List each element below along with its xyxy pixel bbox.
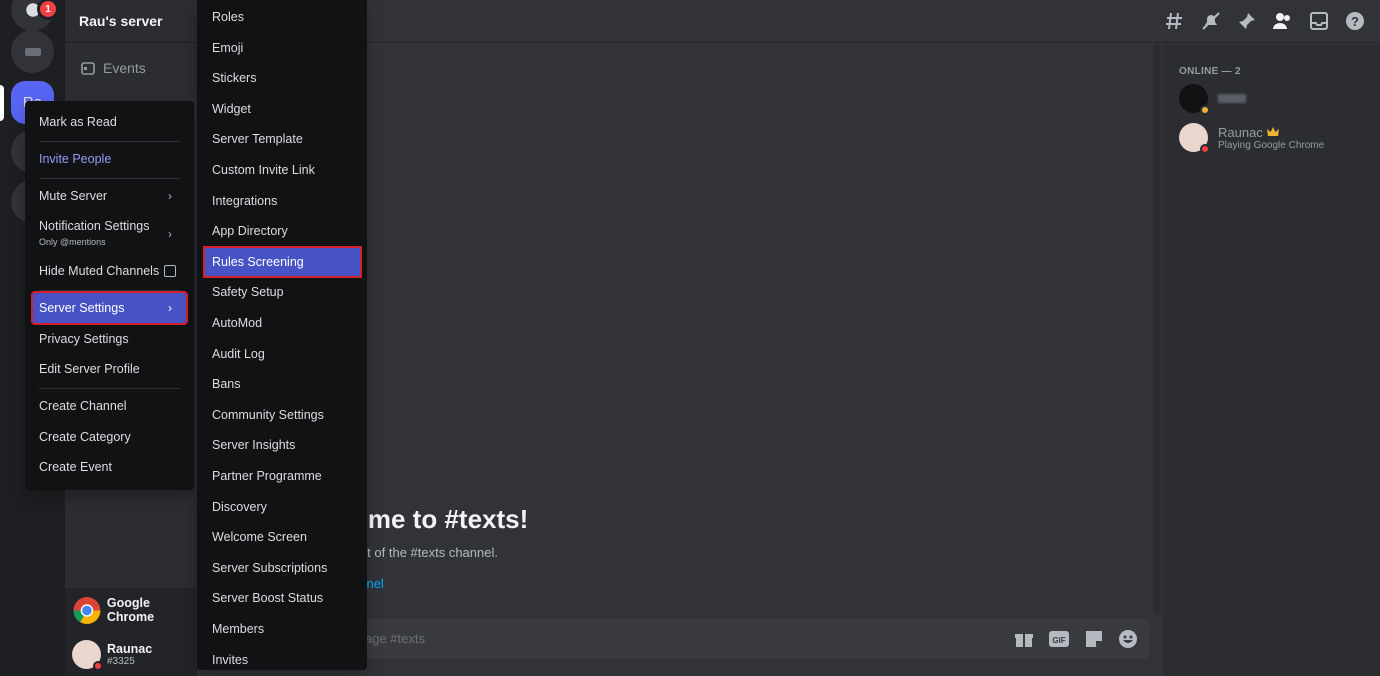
idle-status-icon <box>1200 105 1210 115</box>
events-label: Events <box>103 60 146 76</box>
online-header: ONLINE — 2 <box>1179 66 1241 77</box>
separator <box>39 178 180 179</box>
mute-notifications-icon[interactable] <box>1201 11 1221 31</box>
crown-icon <box>1266 127 1279 136</box>
svg-text:GIF: GIF <box>1052 636 1065 645</box>
member-item[interactable]: Raunac Playing Google Chrome <box>1179 123 1325 154</box>
user-panel[interactable]: Raunac #3325 <box>65 632 197 676</box>
sticker-icon[interactable] <box>1084 629 1104 649</box>
server-icon-1[interactable] <box>11 30 54 73</box>
invite-people-item[interactable]: Invite People <box>33 144 186 174</box>
submenu-item-bans[interactable]: Bans <box>205 370 360 398</box>
chrome-icon <box>73 596 101 624</box>
user-name: Raunac <box>107 641 153 656</box>
submenu-item-invites[interactable]: Invites <box>205 646 360 674</box>
help-icon[interactable]: ? <box>1345 11 1365 31</box>
mute-server-label: Mute Server <box>39 189 108 203</box>
separator <box>39 290 180 291</box>
mark-as-read-item[interactable]: Mark as Read <box>33 107 186 137</box>
dnd-status-icon <box>1200 144 1210 154</box>
member-name: Raunac <box>1218 124 1263 140</box>
avatar[interactable] <box>72 639 103 671</box>
notification-settings-label: Notification Settings <box>39 219 150 233</box>
server-settings-submenu: Roles Emoji Stickers Widget Server Template C… <box>197 0 367 670</box>
events-item[interactable]: Events <box>73 54 146 82</box>
active-server-indicator <box>0 85 4 121</box>
chat-scrollbar[interactable] <box>1153 44 1161 614</box>
submenu-item-widget[interactable]: Widget <box>205 95 360 123</box>
chevron-right-icon: › <box>168 227 172 241</box>
welcome-title: ome to #texts! <box>352 504 529 534</box>
create-category-item[interactable]: Create Category <box>33 422 186 452</box>
server-context-menu: Mark as Read Invite People Mute Server ›… <box>25 101 194 490</box>
submenu-item-members[interactable]: Members <box>205 615 360 643</box>
notification-badge: 1 <box>37 0 59 20</box>
submenu-item-community-settings[interactable]: Community Settings <box>205 401 360 429</box>
gift-icon[interactable] <box>1014 629 1034 649</box>
svg-text:?: ? <box>1351 14 1359 29</box>
hide-muted-label: Hide Muted Channels <box>39 264 160 278</box>
calendar-icon <box>81 62 95 75</box>
server-settings-label: Server Settings <box>39 301 125 315</box>
activity-panel: Google Chrome <box>65 588 197 632</box>
submenu-item-server-subscriptions[interactable]: Server Subscriptions <box>205 554 360 582</box>
submenu-item-automod[interactable]: AutoMod <box>205 309 360 337</box>
submenu-item-rules-screening[interactable]: Rules Screening <box>203 245 362 278</box>
mute-server-item[interactable]: Mute Server › <box>33 181 186 211</box>
submenu-item-server-insights[interactable]: Server Insights <box>205 431 360 459</box>
member-list: ONLINE — 2 Raunac Playing Google Chrome <box>1163 44 1380 676</box>
submenu-item-safety-setup[interactable]: Safety Setup <box>205 278 360 306</box>
message-input[interactable]: ssage #texts GIF <box>330 619 1150 659</box>
checkbox-icon[interactable] <box>164 265 176 277</box>
hide-muted-channels-item[interactable]: Hide Muted Channels <box>33 256 186 286</box>
submenu-item-server-template[interactable]: Server Template <box>205 125 360 153</box>
submenu-item-stickers[interactable]: Stickers <box>205 64 360 92</box>
chevron-right-icon: › <box>168 301 172 315</box>
server-settings-item[interactable]: Server Settings › <box>31 291 188 325</box>
avatar <box>1179 123 1210 154</box>
gif-icon[interactable]: GIF <box>1048 629 1070 649</box>
notification-settings-item[interactable]: Notification Settings Only @mentions › <box>33 215 186 253</box>
submenu-item-partner-programme[interactable]: Partner Programme <box>205 462 360 490</box>
submenu-item-integrations[interactable]: Integrations <box>205 187 360 215</box>
welcome-subtitle: tart of the #texts channel. <box>352 545 498 560</box>
top-bar: ? <box>197 0 1380 43</box>
submenu-item-discovery[interactable]: Discovery <box>205 493 360 521</box>
submenu-item-server-boost-status[interactable]: Server Boost Status <box>205 584 360 612</box>
user-tag: #3325 <box>107 655 135 667</box>
member-list-icon[interactable] <box>1272 11 1292 31</box>
threads-icon[interactable] <box>1165 11 1185 31</box>
separator <box>39 388 180 389</box>
emoji-icon[interactable] <box>1118 629 1138 649</box>
submenu-item-emoji[interactable]: Emoji <box>205 34 360 62</box>
pin-icon[interactable] <box>1237 11 1257 31</box>
avatar <box>1179 84 1210 115</box>
submenu-item-custom-invite-link[interactable]: Custom Invite Link <box>205 156 360 184</box>
member-item[interactable] <box>1179 84 1246 115</box>
submenu-item-welcome-screen[interactable]: Welcome Screen <box>205 523 360 551</box>
server-name[interactable]: Rau's server <box>65 0 197 43</box>
edit-server-profile-item[interactable]: Edit Server Profile <box>33 354 186 384</box>
create-channel-item[interactable]: Create Channel <box>33 391 186 421</box>
dnd-status-icon <box>93 660 103 671</box>
privacy-settings-item[interactable]: Privacy Settings <box>33 324 186 354</box>
submenu-item-audit-log[interactable]: Audit Log <box>205 340 360 368</box>
create-event-item[interactable]: Create Event <box>33 452 186 482</box>
activity-name: Google Chrome <box>106 596 155 624</box>
notification-settings-sub: Only @mentions <box>39 237 106 247</box>
server-image-icon <box>24 47 41 56</box>
inbox-icon[interactable] <box>1309 11 1329 31</box>
member-activity: Playing Google Chrome <box>1218 139 1325 151</box>
blurred-member-name <box>1218 94 1246 103</box>
chevron-right-icon: › <box>168 189 172 203</box>
submenu-item-roles[interactable]: Roles <box>205 3 360 31</box>
separator <box>39 141 180 142</box>
submenu-item-app-directory[interactable]: App Directory <box>205 217 360 245</box>
